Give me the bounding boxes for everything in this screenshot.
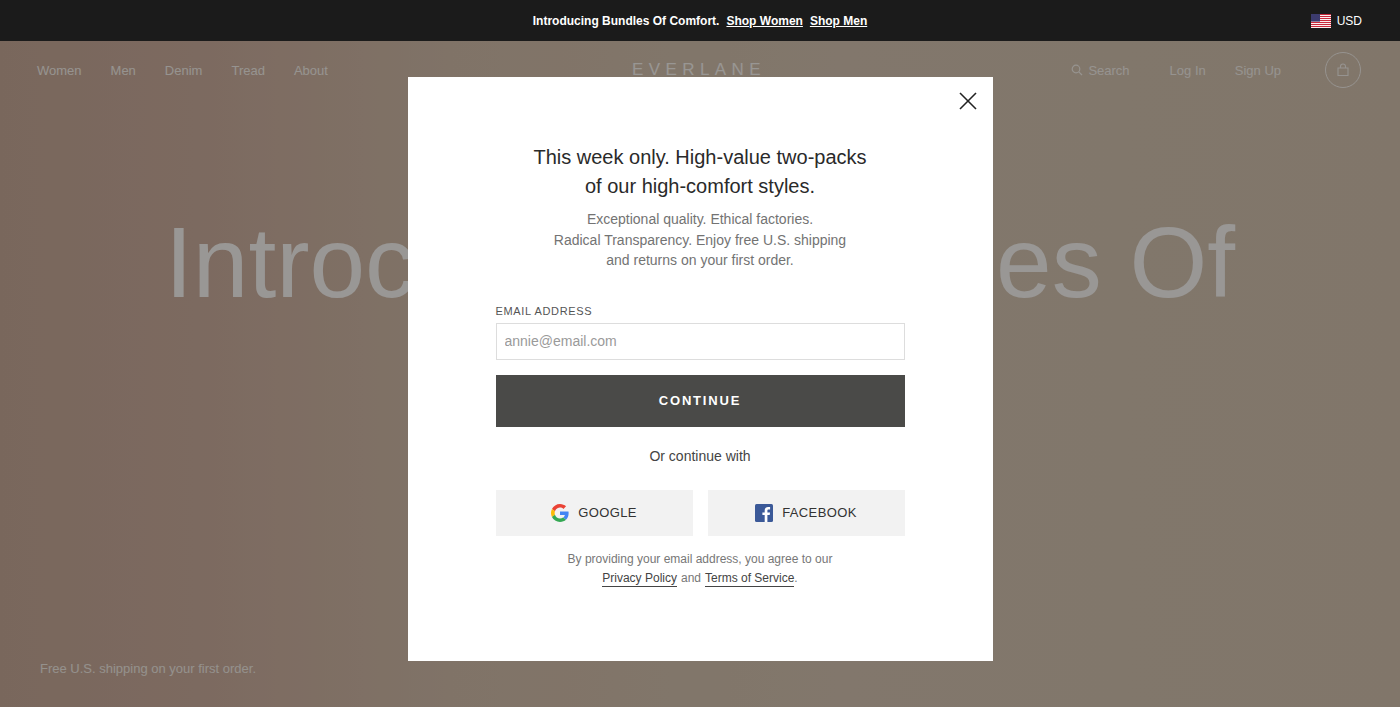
title-line: of our high-comfort styles. [533, 172, 866, 201]
legal-notice: By providing your email address, you agr… [496, 550, 905, 588]
social-label: FACEBOOK [782, 505, 857, 520]
legal-text: By providing your email address, you agr… [496, 550, 905, 569]
announcement: Introducing Bundles Of Comfort. Shop Wome… [533, 14, 867, 28]
signup-modal: This week only. High-value two-packsof o… [408, 77, 993, 661]
privacy-link[interactable]: Privacy Policy [602, 571, 677, 587]
subtitle-line: Exceptional quality. Ethical factories. [554, 209, 846, 230]
google-button[interactable]: GOOGLE [496, 490, 693, 536]
facebook-button[interactable]: FACEBOOK [708, 490, 905, 536]
subtitle-line: Radical Transparency. Enjoy free U.S. sh… [554, 230, 846, 251]
announcement-link[interactable]: Shop Men [810, 14, 867, 28]
email-input[interactable] [496, 323, 905, 360]
legal-end: . [794, 571, 797, 585]
announcement-bar: Introducing Bundles Of Comfort. Shop Wome… [0, 0, 1400, 41]
modal-title: This week only. High-value two-packsof o… [533, 143, 866, 201]
legal-links: Privacy Policy and Terms of Service. [496, 569, 905, 588]
continue-button[interactable]: CONTINUE [496, 375, 905, 427]
announcement-text: Introducing Bundles Of Comfort. [533, 14, 720, 28]
close-button[interactable] [956, 89, 980, 113]
signup-form: EMAIL ADDRESS CONTINUE Or continue with GOO… [496, 271, 905, 588]
subtitle-line: and returns on your first order. [554, 250, 846, 271]
currency-selector[interactable]: USD [867, 14, 1400, 28]
modal-subtitle: Exceptional quality. Ethical factories.R… [554, 209, 846, 271]
announcement-link[interactable]: Shop Women [726, 14, 802, 28]
currency-label: USD [1337, 14, 1362, 28]
email-label: EMAIL ADDRESS [496, 304, 905, 318]
legal-joiner: and [681, 571, 701, 585]
close-icon [956, 89, 980, 113]
google-icon [551, 504, 569, 522]
social-label: GOOGLE [578, 505, 637, 520]
alternative-label: Or continue with [496, 447, 905, 465]
title-line: This week only. High-value two-packs [533, 143, 866, 172]
main-area: WomenMenDenimTreadAboutEVERLANESearchLog… [0, 41, 1400, 707]
modal-overlay[interactable]: This week only. High-value two-packsof o… [0, 41, 1400, 707]
terms-link[interactable]: Terms of Service [705, 571, 794, 587]
social-buttons: GOOGLE FACEBOOK [496, 490, 905, 536]
facebook-icon [755, 504, 773, 522]
page: Introducing Bundles Of Comfort. Shop Wome… [0, 0, 1400, 707]
us-flag-icon [1311, 14, 1331, 28]
